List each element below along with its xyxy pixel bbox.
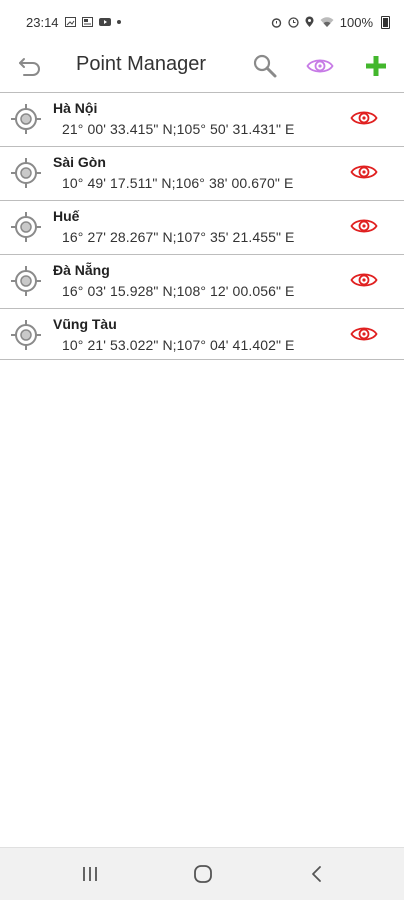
point-visibility-toggle[interactable] <box>349 321 379 347</box>
list-item[interactable]: Sài Gòn 10° 49' 17.511" N;106° 38' 00.67… <box>0 146 404 198</box>
toggle-visibility-all-button[interactable] <box>304 52 336 80</box>
list-item[interactable]: Huế 16° 27' 28.267" N;107° 35' 21.455" E <box>0 200 404 252</box>
news-notification-icon <box>81 17 93 27</box>
system-nav-bar <box>0 847 404 900</box>
undo-arrow-icon <box>19 58 40 76</box>
home-icon <box>194 865 212 883</box>
point-coordinates: 21° 00' 33.415" N;105° 50' 31.431" E <box>62 121 295 137</box>
target-marker-icon <box>9 102 43 136</box>
list-item[interactable]: Vũng Tàu 10° 21' 53.022" N;107° 04' 41.4… <box>0 308 404 360</box>
toolbar: Point Manager <box>0 44 404 88</box>
point-visibility-toggle[interactable] <box>349 267 379 293</box>
point-visibility-toggle[interactable] <box>349 159 379 185</box>
point-name: Vũng Tàu <box>53 316 117 332</box>
clock-icon <box>288 16 299 28</box>
system-back-button[interactable] <box>303 860 331 888</box>
battery-icon <box>381 15 390 29</box>
plus-icon <box>366 56 386 76</box>
target-marker-icon <box>9 318 43 352</box>
point-visibility-toggle[interactable] <box>349 213 379 239</box>
eye-icon <box>350 273 378 287</box>
list-item[interactable]: Hà Nội 21° 00' 33.415" N;105° 50' 31.431… <box>0 92 404 144</box>
page-title: Point Manager <box>76 53 207 75</box>
alarm-icon <box>271 17 282 28</box>
eye-icon <box>350 111 378 125</box>
point-name: Đà Nẵng <box>53 262 110 278</box>
location-icon <box>305 16 314 28</box>
search-button[interactable] <box>250 51 280 81</box>
eye-icon <box>350 327 378 341</box>
eye-icon <box>350 165 378 179</box>
more-notifications-dot-icon <box>116 20 121 24</box>
youtube-notification-icon <box>98 17 111 27</box>
back-button[interactable] <box>16 53 44 81</box>
target-marker-icon <box>9 264 43 298</box>
points-list: Hà Nội 21° 00' 33.415" N;105° 50' 31.431… <box>0 92 404 362</box>
chevron-left-icon <box>312 866 321 882</box>
status-left: 23:14 <box>26 15 121 30</box>
add-point-button[interactable] <box>362 50 390 82</box>
status-time: 23:14 <box>26 14 59 30</box>
wifi-icon <box>320 16 334 28</box>
recents-button[interactable] <box>76 860 104 888</box>
gallery-notification-icon <box>64 17 76 27</box>
eye-icon <box>350 219 378 233</box>
target-marker-icon <box>9 156 43 190</box>
point-visibility-toggle[interactable] <box>349 105 379 131</box>
point-coordinates: 10° 21' 53.022" N;107° 04' 41.402" E <box>62 337 295 353</box>
recents-icon <box>83 867 97 881</box>
status-bar: 23:14 100% <box>0 0 404 44</box>
point-coordinates: 10° 49' 17.511" N;106° 38' 00.670" E <box>62 175 294 191</box>
target-marker-icon <box>9 210 43 244</box>
search-icon <box>253 54 277 78</box>
point-name: Sài Gòn <box>53 154 106 170</box>
point-coordinates: 16° 03' 15.928" N;108° 12' 00.056" E <box>62 283 295 299</box>
point-name: Hà Nội <box>53 100 98 116</box>
point-coordinates: 16° 27' 28.267" N;107° 35' 21.455" E <box>62 229 295 245</box>
point-name: Huế <box>53 208 80 224</box>
list-item[interactable]: Đà Nẵng 16° 03' 15.928" N;108° 12' 00.05… <box>0 254 404 306</box>
status-right: 100% <box>271 15 390 30</box>
battery-percent: 100% <box>339 14 373 30</box>
eye-icon <box>306 59 334 73</box>
home-button[interactable] <box>189 860 217 888</box>
